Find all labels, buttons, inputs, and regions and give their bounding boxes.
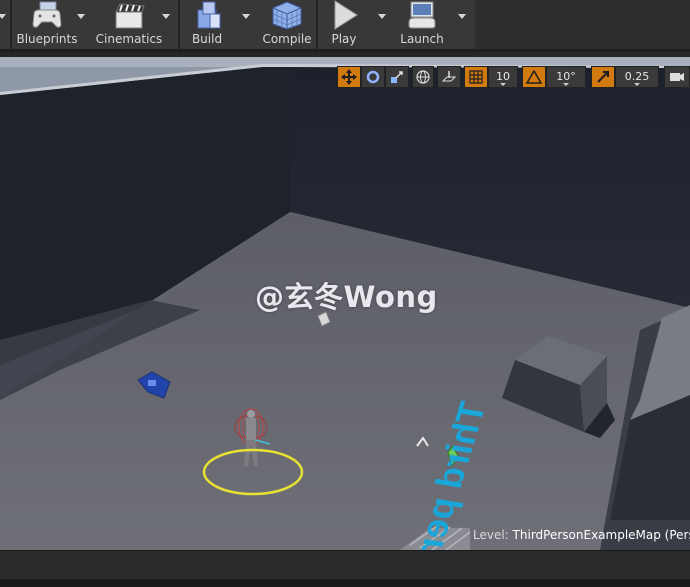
blueprints-label: Blueprints bbox=[16, 32, 78, 46]
chevron-down-icon bbox=[634, 83, 640, 86]
play-icon bbox=[334, 0, 358, 30]
grid-icon bbox=[469, 70, 483, 84]
cubes-icon bbox=[197, 1, 221, 29]
play-button[interactable]: Play bbox=[320, 0, 368, 50]
bottom-panel-edge bbox=[0, 579, 690, 587]
scale-icon bbox=[391, 71, 403, 83]
angle-icon bbox=[525, 69, 543, 84]
chevron-down-icon[interactable] bbox=[77, 14, 85, 19]
cinematics-button[interactable]: Cinematics bbox=[94, 0, 164, 50]
scale-tool-button[interactable] bbox=[385, 66, 409, 88]
build-label: Build bbox=[191, 32, 223, 46]
translate-tool-button[interactable] bbox=[337, 66, 361, 88]
viewport-toolbar: 10 10° 0.25 bbox=[0, 66, 690, 88]
chevron-down-icon[interactable] bbox=[242, 14, 250, 19]
chevron-down-icon bbox=[563, 83, 569, 86]
camera-speed-button[interactable] bbox=[664, 66, 690, 88]
launch-button[interactable]: Launch bbox=[394, 0, 450, 50]
move-arrows-icon bbox=[341, 69, 357, 85]
grid-snap-value-text: 10 bbox=[496, 70, 510, 83]
toolbar-bottom-border bbox=[0, 49, 690, 52]
chevron-down-icon[interactable] bbox=[458, 14, 466, 19]
rotation-snap-value-text: 10° bbox=[556, 70, 576, 83]
scale-arrow-icon bbox=[597, 71, 609, 83]
scale-snap-value-text: 0.25 bbox=[624, 70, 650, 83]
chevron-down-icon[interactable] bbox=[162, 14, 170, 19]
rotate-tool-button[interactable] bbox=[361, 66, 385, 88]
scale-snap-toggle[interactable] bbox=[591, 66, 615, 88]
compile-label: Compile bbox=[262, 32, 312, 46]
compile-button[interactable]: Compile bbox=[260, 0, 314, 50]
clapperboard-icon bbox=[115, 3, 145, 29]
gamepad-icon bbox=[32, 1, 62, 28]
rotation-snap-value[interactable]: 10° bbox=[546, 66, 586, 88]
play-label: Play bbox=[331, 32, 357, 46]
toolbar-empty-area bbox=[475, 0, 690, 50]
blueprints-button[interactable]: Blueprints bbox=[14, 0, 80, 50]
surface-snap-button[interactable] bbox=[437, 66, 461, 88]
toolbar-separator bbox=[316, 0, 318, 50]
grid-snap-toggle[interactable] bbox=[464, 66, 488, 88]
scale-snap-value[interactable]: 0.25 bbox=[615, 66, 659, 88]
world-local-button[interactable] bbox=[412, 66, 434, 88]
globe-icon bbox=[416, 70, 430, 84]
bottom-panel-bar bbox=[0, 550, 690, 580]
launch-device-icon bbox=[408, 1, 436, 29]
level-prefix: Level: bbox=[473, 528, 509, 542]
build-button[interactable]: Build bbox=[182, 0, 232, 50]
chevron-down-icon bbox=[500, 83, 506, 86]
grid-snap-value[interactable]: 10 bbox=[488, 66, 518, 88]
toolbar-separator bbox=[10, 0, 12, 50]
rotation-snap-toggle[interactable] bbox=[522, 66, 546, 88]
camera-speed-icon bbox=[670, 73, 684, 81]
surface-snap-icon bbox=[441, 71, 457, 82]
cinematics-label: Cinematics bbox=[95, 32, 163, 46]
main-toolbar: Blueprints Cinematics Build Compile Play… bbox=[0, 0, 690, 52]
rubik-cube-icon bbox=[272, 1, 302, 30]
launch-label: Launch bbox=[400, 32, 444, 46]
rotate-icon bbox=[366, 70, 380, 84]
watermark: @玄冬Wong bbox=[255, 280, 438, 314]
level-name: ThirdPersonExampleMap (Pers bbox=[512, 528, 690, 542]
current-level-label: Level: ThirdPersonExampleMap (Pers bbox=[473, 528, 690, 542]
toolbar-separator bbox=[178, 0, 180, 50]
chevron-down-icon[interactable] bbox=[378, 14, 386, 19]
chevron-down-icon[interactable] bbox=[0, 14, 6, 19]
